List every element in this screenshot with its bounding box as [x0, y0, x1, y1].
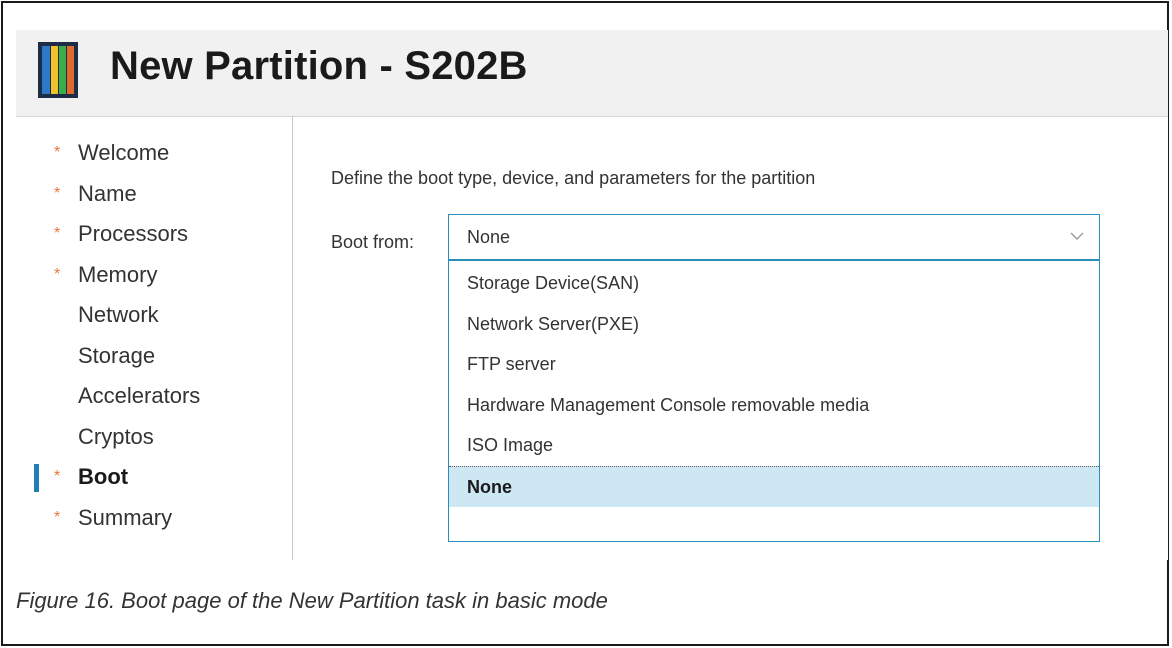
- page-description: Define the boot type, device, and parame…: [331, 168, 816, 188]
- wizard-nav: * Welcome * Name * Processors * Memory Network St…: [34, 116, 293, 560]
- boot-from-label: Boot from:: [331, 232, 415, 252]
- nav-item-label: Storage: [78, 342, 156, 368]
- required-marker: *: [54, 144, 61, 161]
- nav-item-label: Processors: [78, 221, 189, 246]
- dropdown-option-label: Network Server(PXE): [467, 313, 640, 334]
- dropdown-option[interactable]: None: [449, 465, 1099, 507]
- nav-item-boot[interactable]: * Boot: [34, 458, 292, 496]
- required-marker: *: [54, 508, 61, 526]
- nav-item-label: Boot: [78, 464, 129, 489]
- partition-logo-icon: [38, 42, 78, 98]
- nav-item-label: Network: [78, 302, 159, 327]
- nav-item-accelerators[interactable]: Accelerators: [34, 377, 292, 415]
- nav-item-label: Accelerators: [78, 383, 201, 408]
- boot-from-select[interactable]: None: [448, 214, 1100, 260]
- nav-item-label: Welcome: [78, 140, 170, 165]
- dropdown-option-label: Storage Device(SAN): [467, 273, 640, 293]
- nav-item-summary[interactable]: * Summary: [34, 499, 292, 537]
- dropdown-option-label: ISO Image: [467, 435, 554, 455]
- required-marker: *: [54, 468, 61, 485]
- nav-item-label: Memory: [78, 261, 158, 287]
- page-title: New Partition - S202B: [110, 44, 528, 88]
- dropdown-option-label: FTP server: [467, 354, 556, 374]
- chevron-down-icon[interactable]: [1069, 229, 1085, 243]
- nav-item-label: Name: [78, 180, 137, 206]
- dropdown-option[interactable]: Storage Device(SAN): [449, 263, 1099, 303]
- dropdown-option[interactable]: Hardware Management Console removable me…: [449, 385, 1099, 425]
- figure-caption: Figure 16. Boot page of the New Partitio…: [16, 588, 608, 613]
- nav-item-processors[interactable]: * Processors: [34, 215, 292, 253]
- required-marker: *: [54, 265, 61, 283]
- screenshot: New Partition - S202B * Welcome * Name * Proc…: [16, 30, 1168, 560]
- nav-item-cryptos[interactable]: Cryptos: [34, 418, 292, 456]
- required-marker: *: [54, 225, 61, 242]
- dropdown-option[interactable]: FTP server: [449, 344, 1099, 384]
- nav-item-network[interactable]: Network: [34, 296, 292, 334]
- dropdown-option-label: Hardware Management Console removable me…: [467, 394, 870, 415]
- boot-from-value: None: [467, 227, 511, 247]
- nav-item-label: Cryptos: [78, 423, 154, 449]
- nav-item-memory[interactable]: * Memory: [34, 256, 292, 294]
- window-header: New Partition - S202B: [16, 30, 1168, 117]
- boot-from-dropdown: Storage Device(SAN) Network Server(PXE) FT…: [448, 260, 1100, 542]
- nav-item-storage[interactable]: Storage: [34, 337, 292, 375]
- nav-item-name[interactable]: * Name: [34, 175, 292, 213]
- dropdown-option-label: None: [467, 476, 512, 497]
- required-marker: *: [54, 184, 61, 202]
- nav-item-label: Summary: [78, 504, 173, 530]
- dropdown-option[interactable]: Network Server(PXE): [449, 304, 1099, 344]
- dropdown-option[interactable]: ISO Image: [449, 425, 1099, 465]
- active-step-marker: [34, 464, 39, 492]
- main-panel: Define the boot type, device, and parame…: [293, 116, 1168, 560]
- nav-item-welcome[interactable]: * Welcome: [34, 134, 292, 172]
